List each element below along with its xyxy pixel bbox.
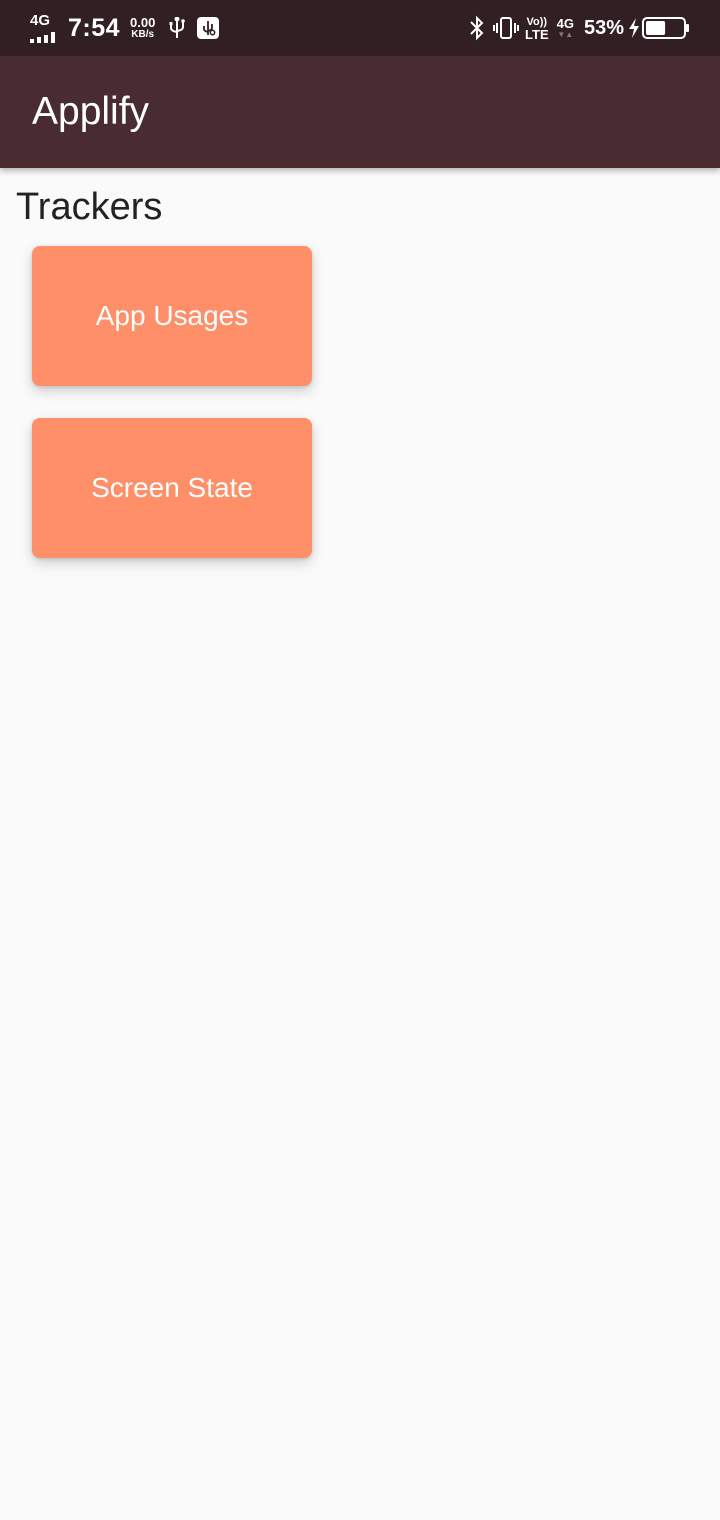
status-bar-right: Vo)) LTE 4G ▼▲ 53% (469, 0, 690, 56)
charging-icon (628, 18, 640, 38)
screen-state-label: Screen State (91, 472, 253, 503)
volte-top: Vo)) (526, 15, 548, 28)
status-bar: 4G 7:54 0.00 KB/s Vo)) LTE 4G ▼▲ 53% (0, 0, 720, 56)
volte-indicator: Vo)) LTE (525, 16, 549, 41)
vibrate-icon (493, 16, 520, 40)
app-bar: Applify (0, 56, 720, 168)
battery-icon (642, 17, 690, 39)
usb-icon (169, 17, 186, 39)
volte-bottom: LTE (525, 26, 549, 42)
bluetooth-icon (469, 15, 485, 41)
data-speed: 0.00 KB/s (130, 16, 155, 40)
app-title: Applify (32, 90, 150, 133)
data-speed-unit: KB/s (131, 29, 155, 40)
network-type-label: 4G (30, 12, 51, 29)
status-bar-left: 4G 7:54 0.00 KB/s (30, 0, 220, 56)
app-usages-card[interactable]: App Usages (32, 246, 312, 386)
data-speed-value: 0.00 (130, 15, 156, 30)
signal-icon: 4G (30, 13, 60, 43)
clock: 7:54 (68, 13, 121, 42)
data-arrows-icon: ▼▲ (557, 30, 574, 39)
network-type-2-label: 4G (556, 16, 574, 31)
battery-percent: 53% (583, 16, 624, 39)
section-title-trackers: Trackers (16, 186, 163, 228)
battery-fill (646, 21, 666, 35)
network-type-2: 4G ▼▲ (557, 17, 574, 39)
usb-debug-icon (197, 17, 220, 39)
app-usages-label: App Usages (95, 300, 249, 331)
screen-state-card[interactable]: Screen State (32, 418, 312, 558)
